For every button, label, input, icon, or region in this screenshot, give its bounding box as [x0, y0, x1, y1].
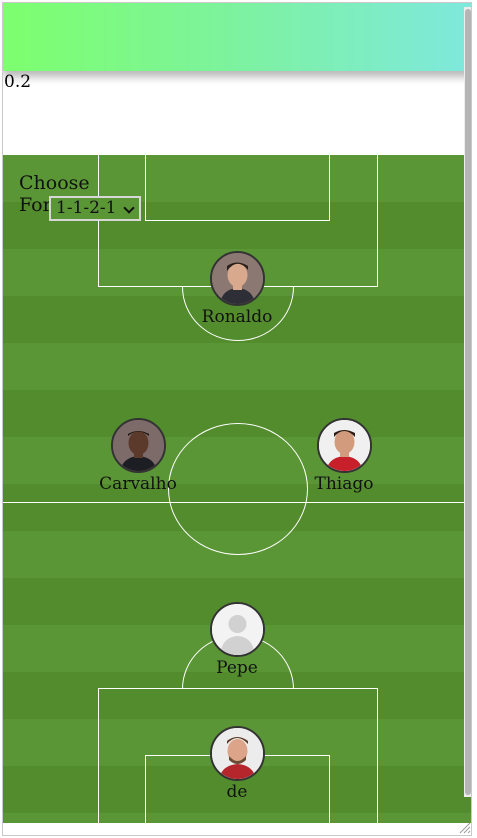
player-photo-ronaldo: [209, 251, 265, 306]
player-pepe[interactable]: Pepe: [177, 602, 297, 678]
app-frame: 0.2 Choose Formation 1-1-2-1 Ron: [2, 2, 472, 836]
player-name: Pepe: [216, 658, 258, 678]
player-carvalho[interactable]: Carvalho: [78, 418, 198, 494]
player-name: Carvalho: [99, 474, 177, 494]
formation-selected-value: 1-1-2-1: [56, 198, 117, 218]
player-thiago[interactable]: Thiago: [284, 418, 404, 494]
header-gradient-bar: [3, 3, 471, 71]
scrollbar-thumb[interactable]: [465, 9, 471, 795]
default-avatar-icon: [209, 602, 265, 657]
player-de[interactable]: de: [177, 726, 297, 802]
thiago-face-icon: [318, 420, 370, 471]
player-name: de: [226, 782, 248, 802]
carvalho-face-icon: [112, 420, 164, 471]
player-ronaldo[interactable]: Ronaldo: [177, 251, 297, 327]
de-face-icon: [211, 728, 263, 779]
formation-select[interactable]: 1-1-2-1: [49, 196, 141, 221]
ronaldo-face-icon: [211, 253, 263, 304]
user-silhouette-icon: [211, 604, 263, 655]
header-value-text: 0.2: [4, 72, 32, 92]
player-name: Ronaldo: [201, 307, 273, 327]
player-name: Thiago: [314, 474, 374, 494]
chevron-down-icon: [123, 202, 135, 214]
player-photo-de: [209, 726, 265, 781]
player-photo-thiago: [316, 418, 372, 473]
resize-grip-icon[interactable]: [457, 820, 471, 834]
top-goal-box: [145, 155, 330, 221]
player-photo-carvalho: [110, 418, 166, 473]
